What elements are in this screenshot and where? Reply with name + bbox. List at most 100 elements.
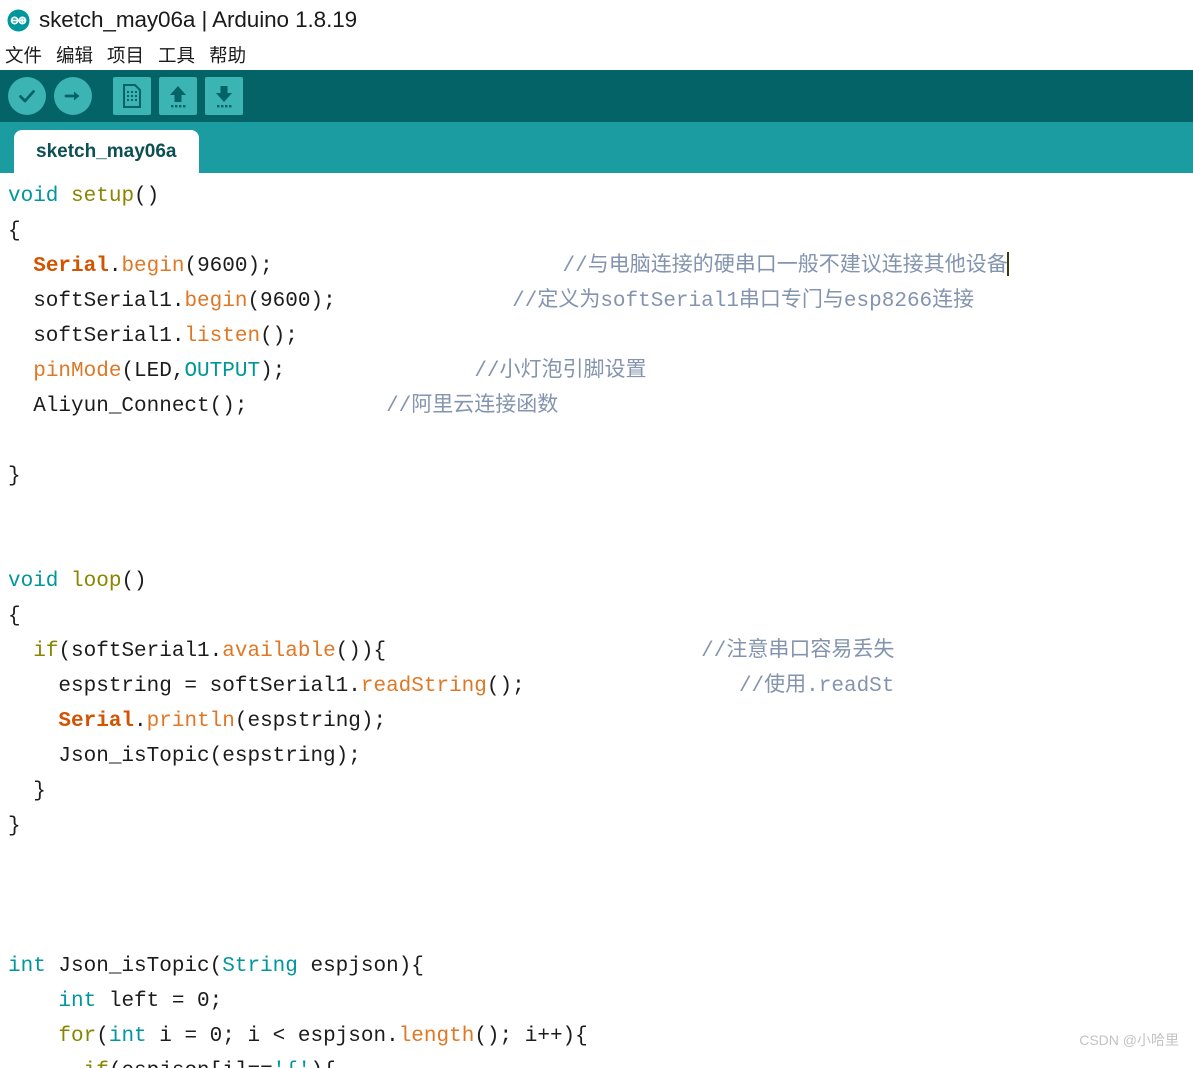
code-token: espjson){ xyxy=(297,955,424,978)
code-token: softSerial1. xyxy=(8,325,185,348)
code-token: int xyxy=(108,1025,147,1048)
new-document-icon xyxy=(123,84,141,108)
code-token: ){ xyxy=(310,1060,335,1068)
code-line: void loop() xyxy=(0,564,1193,599)
code-token: void xyxy=(8,570,59,593)
arduino-infinity-icon xyxy=(7,9,30,32)
code-token: //使用.readSt xyxy=(738,675,895,698)
arrow-down-save-icon xyxy=(216,86,232,108)
code-editor[interactable]: void setup() { Serial.begin(9600); //与电脑连… xyxy=(0,173,1193,1068)
code-token: (espjson[i]== xyxy=(109,1060,273,1068)
code-line: { xyxy=(0,599,1193,634)
code-token: available xyxy=(222,640,336,663)
save-button[interactable] xyxy=(205,77,243,115)
verify-button[interactable] xyxy=(8,77,46,115)
code-line: Serial.println(espstring); xyxy=(0,704,1193,739)
code-token: String xyxy=(222,955,298,978)
code-line: } xyxy=(0,459,1193,494)
title-bar: sketch_may06a | Arduino 1.8.19 xyxy=(0,0,1193,40)
code-token: . xyxy=(134,710,147,733)
tab-label: sketch_may06a xyxy=(36,140,177,162)
code-line: int left = 0; xyxy=(0,984,1193,1019)
code-token: println xyxy=(146,710,235,733)
code-token: Json_isTopic( xyxy=(45,955,223,978)
code-token: Serial xyxy=(58,710,135,733)
code-token: { xyxy=(8,220,21,243)
code-line: Serial.begin(9600); //与电脑连接的硬串口一般不建议连接其他… xyxy=(0,249,1193,284)
code-token: (LED, xyxy=(121,360,185,383)
code-token: (); xyxy=(486,675,525,698)
window-title: sketch_may06a | Arduino 1.8.19 xyxy=(39,7,358,32)
code-token: (); i++){ xyxy=(474,1025,588,1048)
code-token: begin xyxy=(121,255,185,278)
code-token: (9600); xyxy=(184,255,273,278)
code-token: //小灯泡引脚设置 xyxy=(474,360,647,383)
code-token: //定义为softSerial1串口专门与esp8266连接 xyxy=(512,290,975,313)
code-token: loop xyxy=(71,570,122,593)
code-token: } xyxy=(8,465,21,488)
code-line: if(softSerial1.available()){ //注意串口容易丢失 xyxy=(0,634,1193,669)
arrow-up-open-icon xyxy=(170,86,186,108)
arrow-right-circle-icon xyxy=(64,91,80,101)
code-token: readString xyxy=(360,675,487,698)
new-button[interactable] xyxy=(113,77,151,115)
menu-item-help[interactable]: 帮助 xyxy=(209,42,246,68)
open-button[interactable] xyxy=(159,77,197,115)
menu-item-file[interactable]: 文件 xyxy=(5,42,42,68)
code-line: void setup() xyxy=(0,179,1193,214)
code-token: Aliyun_Connect(); xyxy=(8,395,248,418)
code-token: //注意串口容易丢失 xyxy=(701,640,895,663)
code-token: int xyxy=(58,990,97,1013)
code-line: pinMode(LED,OUTPUT); //小灯泡引脚设置 xyxy=(0,354,1193,389)
code-token: length xyxy=(398,1025,475,1048)
code-token: listen xyxy=(184,325,261,348)
menu-item-edit[interactable]: 编辑 xyxy=(56,42,93,68)
code-token: //阿里云连接函数 xyxy=(386,395,559,418)
tab-sketch-may06a[interactable]: sketch_may06a xyxy=(14,130,199,173)
menu-item-tools[interactable]: 工具 xyxy=(158,42,195,68)
code-line: { xyxy=(0,214,1193,249)
menu-bar: 文件 编辑 项目 工具 帮助 xyxy=(0,40,1193,70)
menu-item-sketch[interactable]: 项目 xyxy=(107,42,144,68)
code-token: } xyxy=(8,780,46,803)
code-line: for(int i = 0; i < espjson.length(); i++… xyxy=(0,1019,1193,1054)
code-token: () xyxy=(134,185,160,208)
code-token: begin xyxy=(184,290,248,313)
upload-button[interactable] xyxy=(54,77,92,115)
code-line: softSerial1.listen(); xyxy=(0,319,1193,354)
code-token: softSerial1. xyxy=(8,290,185,313)
code-token: if xyxy=(33,640,59,663)
code-token: left = 0; xyxy=(96,990,223,1013)
code-line: int Json_isTopic(String espjson){ xyxy=(0,949,1193,984)
checkmark-circle-icon xyxy=(19,90,35,103)
code-token: void xyxy=(8,185,59,208)
code-line: Json_isTopic(espstring); xyxy=(0,739,1193,774)
code-token: '{' xyxy=(273,1060,311,1068)
code-token: i = 0; i < espjson. xyxy=(146,1025,399,1048)
code-token: setup xyxy=(71,185,135,208)
code-token: (softSerial1. xyxy=(58,640,223,663)
code-token: Serial xyxy=(33,255,109,278)
toolbar xyxy=(0,70,1193,122)
code-line: } xyxy=(0,809,1193,844)
code-token: } xyxy=(8,815,21,838)
code-token: ); xyxy=(260,360,286,383)
code-line: softSerial1.begin(9600); //定义为softSerial… xyxy=(0,284,1193,319)
